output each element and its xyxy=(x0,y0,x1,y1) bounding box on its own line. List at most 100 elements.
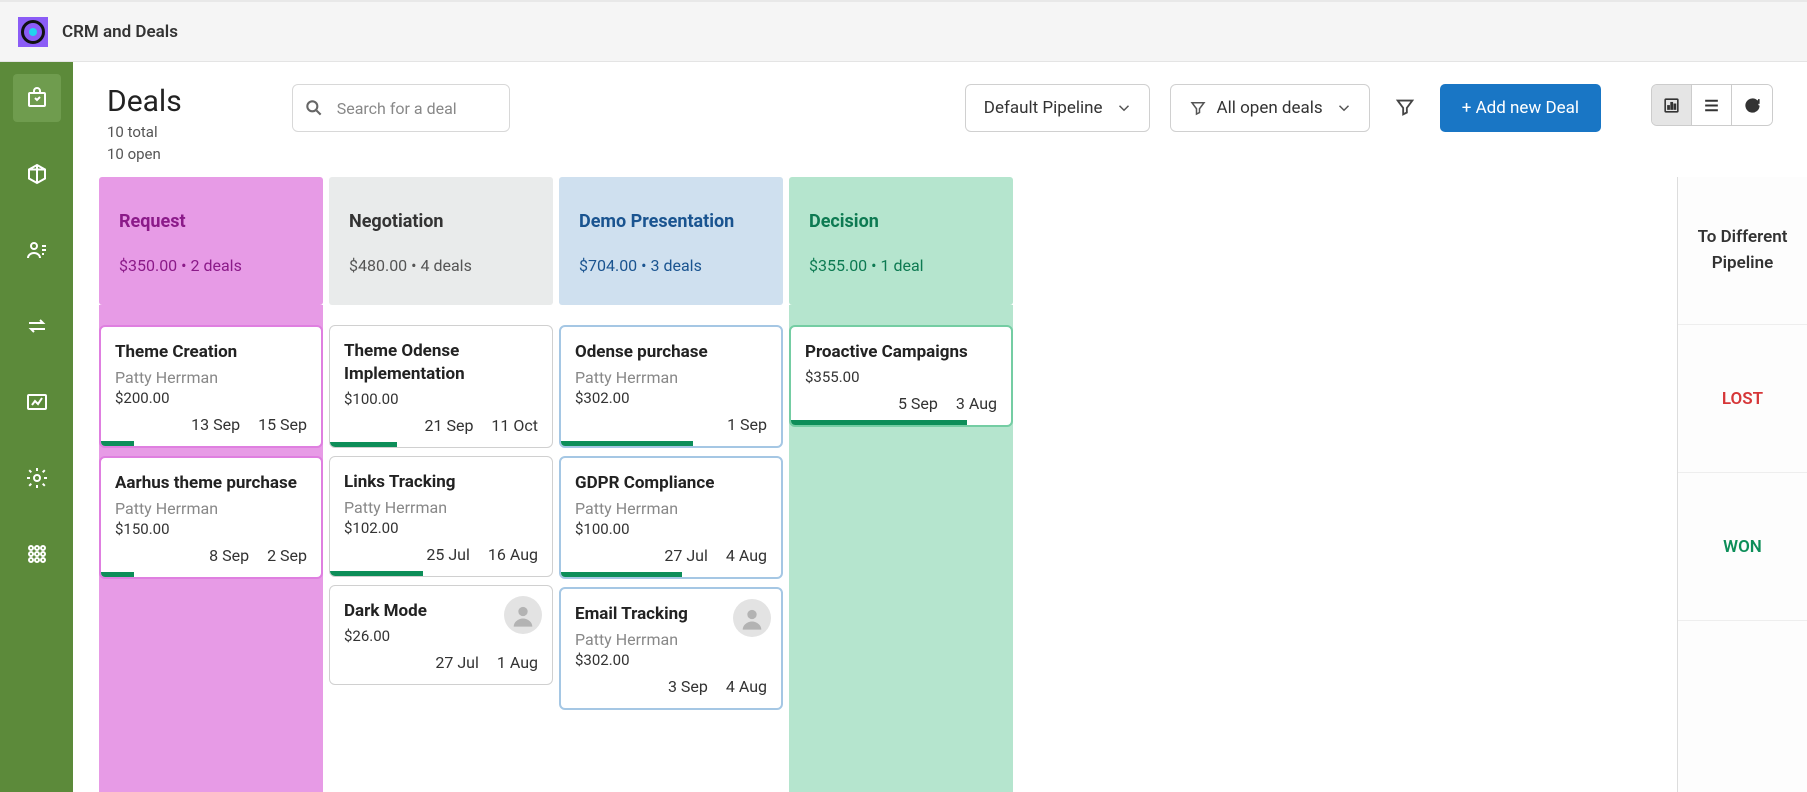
deal-contact: Patty Herrman xyxy=(344,498,538,517)
deal-title: Aarhus theme purchase xyxy=(115,472,307,495)
chevron-down-icon xyxy=(1335,99,1353,117)
search-input[interactable] xyxy=(292,84,510,132)
deal-title: Links Tracking xyxy=(344,471,538,494)
deal-amount: $100.00 xyxy=(344,390,538,408)
deal-amount: $302.00 xyxy=(575,389,767,407)
deal-dates: 27 Jul4 Aug xyxy=(575,546,767,573)
top-bar: CRM and Deals xyxy=(0,0,1807,62)
search-icon xyxy=(304,98,324,118)
drop-zone-lost[interactable]: LOST xyxy=(1678,325,1807,473)
deal-title: Theme Odense Implementation xyxy=(344,340,538,386)
board-view-button[interactable] xyxy=(1652,85,1692,125)
deal-dates: 25 Jul16 Aug xyxy=(344,545,538,572)
column-title: Decision xyxy=(809,211,993,232)
column-title: Negotiation xyxy=(349,211,533,232)
app-logo xyxy=(18,17,48,47)
column-meta: $480.00 • 4 deals xyxy=(349,256,533,275)
progress-bar xyxy=(101,441,134,446)
deal-title: GDPR Compliance xyxy=(575,472,767,495)
avatar xyxy=(733,599,771,637)
deal-dates: 5 Sep3 Aug xyxy=(805,394,997,421)
progress-bar xyxy=(561,572,682,577)
deal-contact: Patty Herrman xyxy=(115,499,307,518)
deal-dates: 13 Sep15 Sep xyxy=(115,415,307,442)
deal-card[interactable]: Odense purchase Patty Herrman $302.00 1 Sep xyxy=(559,325,783,448)
total-count: 10 total xyxy=(107,123,182,141)
kanban-column: Negotiation $480.00 • 4 deals Theme Odense… xyxy=(329,177,553,792)
view-switcher xyxy=(1651,84,1773,126)
funnel-icon xyxy=(1189,99,1207,117)
column-meta: $704.00 • 3 deals xyxy=(579,256,763,275)
app-title: CRM and Deals xyxy=(62,22,178,42)
pipeline-select-label: Default Pipeline xyxy=(984,98,1103,118)
column-title: Demo Presentation xyxy=(579,211,763,232)
deal-dates: 27 Jul1 Aug xyxy=(344,653,538,680)
progress-bar xyxy=(791,420,967,425)
kanban-board: Request $350.00 • 2 deals Theme Creation Pa… xyxy=(73,177,1807,792)
chevron-down-icon xyxy=(1115,99,1133,117)
deal-card[interactable]: Links Tracking Patty Herrman $102.00 25 Jul… xyxy=(329,456,553,577)
avatar xyxy=(504,596,542,634)
open-count: 10 open xyxy=(107,145,182,163)
add-deal-button[interactable]: + Add new Deal xyxy=(1440,84,1601,132)
column-meta: $350.00 • 2 deals xyxy=(119,256,303,275)
column-header[interactable]: Negotiation $480.00 • 4 deals xyxy=(329,177,553,305)
deal-amount: $100.00 xyxy=(575,520,767,538)
deal-dates: 8 Sep2 Sep xyxy=(115,546,307,573)
refresh-button[interactable] xyxy=(1732,85,1772,125)
deal-title: Odense purchase xyxy=(575,341,767,364)
page-title: Deals xyxy=(107,84,182,119)
deal-contact: Patty Herrman xyxy=(115,368,307,387)
sidebar-item-apps[interactable] xyxy=(13,530,61,578)
sidebar-item-products[interactable] xyxy=(13,150,61,198)
deal-amount: $355.00 xyxy=(805,368,997,386)
deal-amount: $302.00 xyxy=(575,651,767,669)
deal-amount: $102.00 xyxy=(344,519,538,537)
deal-contact: Patty Herrman xyxy=(575,630,767,649)
deal-amount: $26.00 xyxy=(344,627,538,645)
deal-amount: $150.00 xyxy=(115,520,307,538)
filter-button[interactable] xyxy=(1390,92,1420,122)
progress-bar xyxy=(101,572,134,577)
progress-bar xyxy=(330,571,423,576)
deal-contact: Patty Herrman xyxy=(575,499,767,518)
deal-title: Theme Creation xyxy=(115,341,307,364)
column-title: Request xyxy=(119,211,303,232)
deal-dates: 21 Sep11 Oct xyxy=(344,416,538,443)
sidebar-item-deals[interactable] xyxy=(13,74,61,122)
deal-title: Proactive Campaigns xyxy=(805,341,997,364)
pipeline-select[interactable]: Default Pipeline xyxy=(965,84,1150,132)
deal-contact: Patty Herrman xyxy=(575,368,767,387)
sidebar-item-reports[interactable] xyxy=(13,378,61,426)
deal-card[interactable]: GDPR Compliance Patty Herrman $100.00 27 Ju… xyxy=(559,456,783,579)
kanban-column: Decision $355.00 • 1 deal Proactive Campai… xyxy=(789,177,1013,792)
list-view-button[interactable] xyxy=(1692,85,1732,125)
drop-zone-won[interactable]: WON xyxy=(1678,473,1807,621)
deal-card[interactable]: Theme CreationPatty Herrman$200.0013 Sep… xyxy=(99,325,323,448)
progress-bar xyxy=(561,441,693,446)
column-header[interactable]: Demo Presentation $704.00 • 3 deals xyxy=(559,177,783,305)
deal-card[interactable]: Dark Mode$26.0027 Jul1 Aug xyxy=(329,585,553,685)
kanban-column: Demo Presentation $704.00 • 3 deals Odense… xyxy=(559,177,783,792)
deal-filter-select[interactable]: All open deals xyxy=(1170,84,1370,132)
column-header[interactable]: Decision $355.00 • 1 deal xyxy=(789,177,1013,305)
deal-dates: 1 Sep xyxy=(575,415,767,442)
sidebar-item-settings[interactable] xyxy=(13,454,61,502)
kanban-column: Request $350.00 • 2 deals Theme Creation Pa… xyxy=(99,177,323,792)
sidebar xyxy=(0,62,73,792)
side-drop-panel: To Different Pipeline LOST WON xyxy=(1677,177,1807,792)
column-meta: $355.00 • 1 deal xyxy=(809,256,993,275)
deal-card[interactable]: Aarhus theme purchase Patty Herrman $150.0… xyxy=(99,456,323,579)
deal-filter-label: All open deals xyxy=(1217,98,1323,118)
deal-dates: 3 Sep4 Aug xyxy=(575,677,767,704)
toolbar: Deals 10 total 10 open Default Pipeline … xyxy=(73,62,1807,177)
column-header[interactable]: Request $350.00 • 2 deals xyxy=(99,177,323,305)
deal-card[interactable]: Email TrackingPatty Herrman$302.003 Sep4… xyxy=(559,587,783,710)
deal-card[interactable]: Theme Odense Implementation $100.00 21 Sep… xyxy=(329,325,553,448)
drop-zone-pipeline[interactable]: To Different Pipeline xyxy=(1678,177,1807,325)
search-input-wrapper xyxy=(292,84,510,132)
sidebar-item-transfers[interactable] xyxy=(13,302,61,350)
sidebar-item-contacts[interactable] xyxy=(13,226,61,274)
progress-bar xyxy=(330,442,397,447)
deal-card[interactable]: Proactive Campaigns $355.00 5 Sep3 Aug xyxy=(789,325,1013,427)
